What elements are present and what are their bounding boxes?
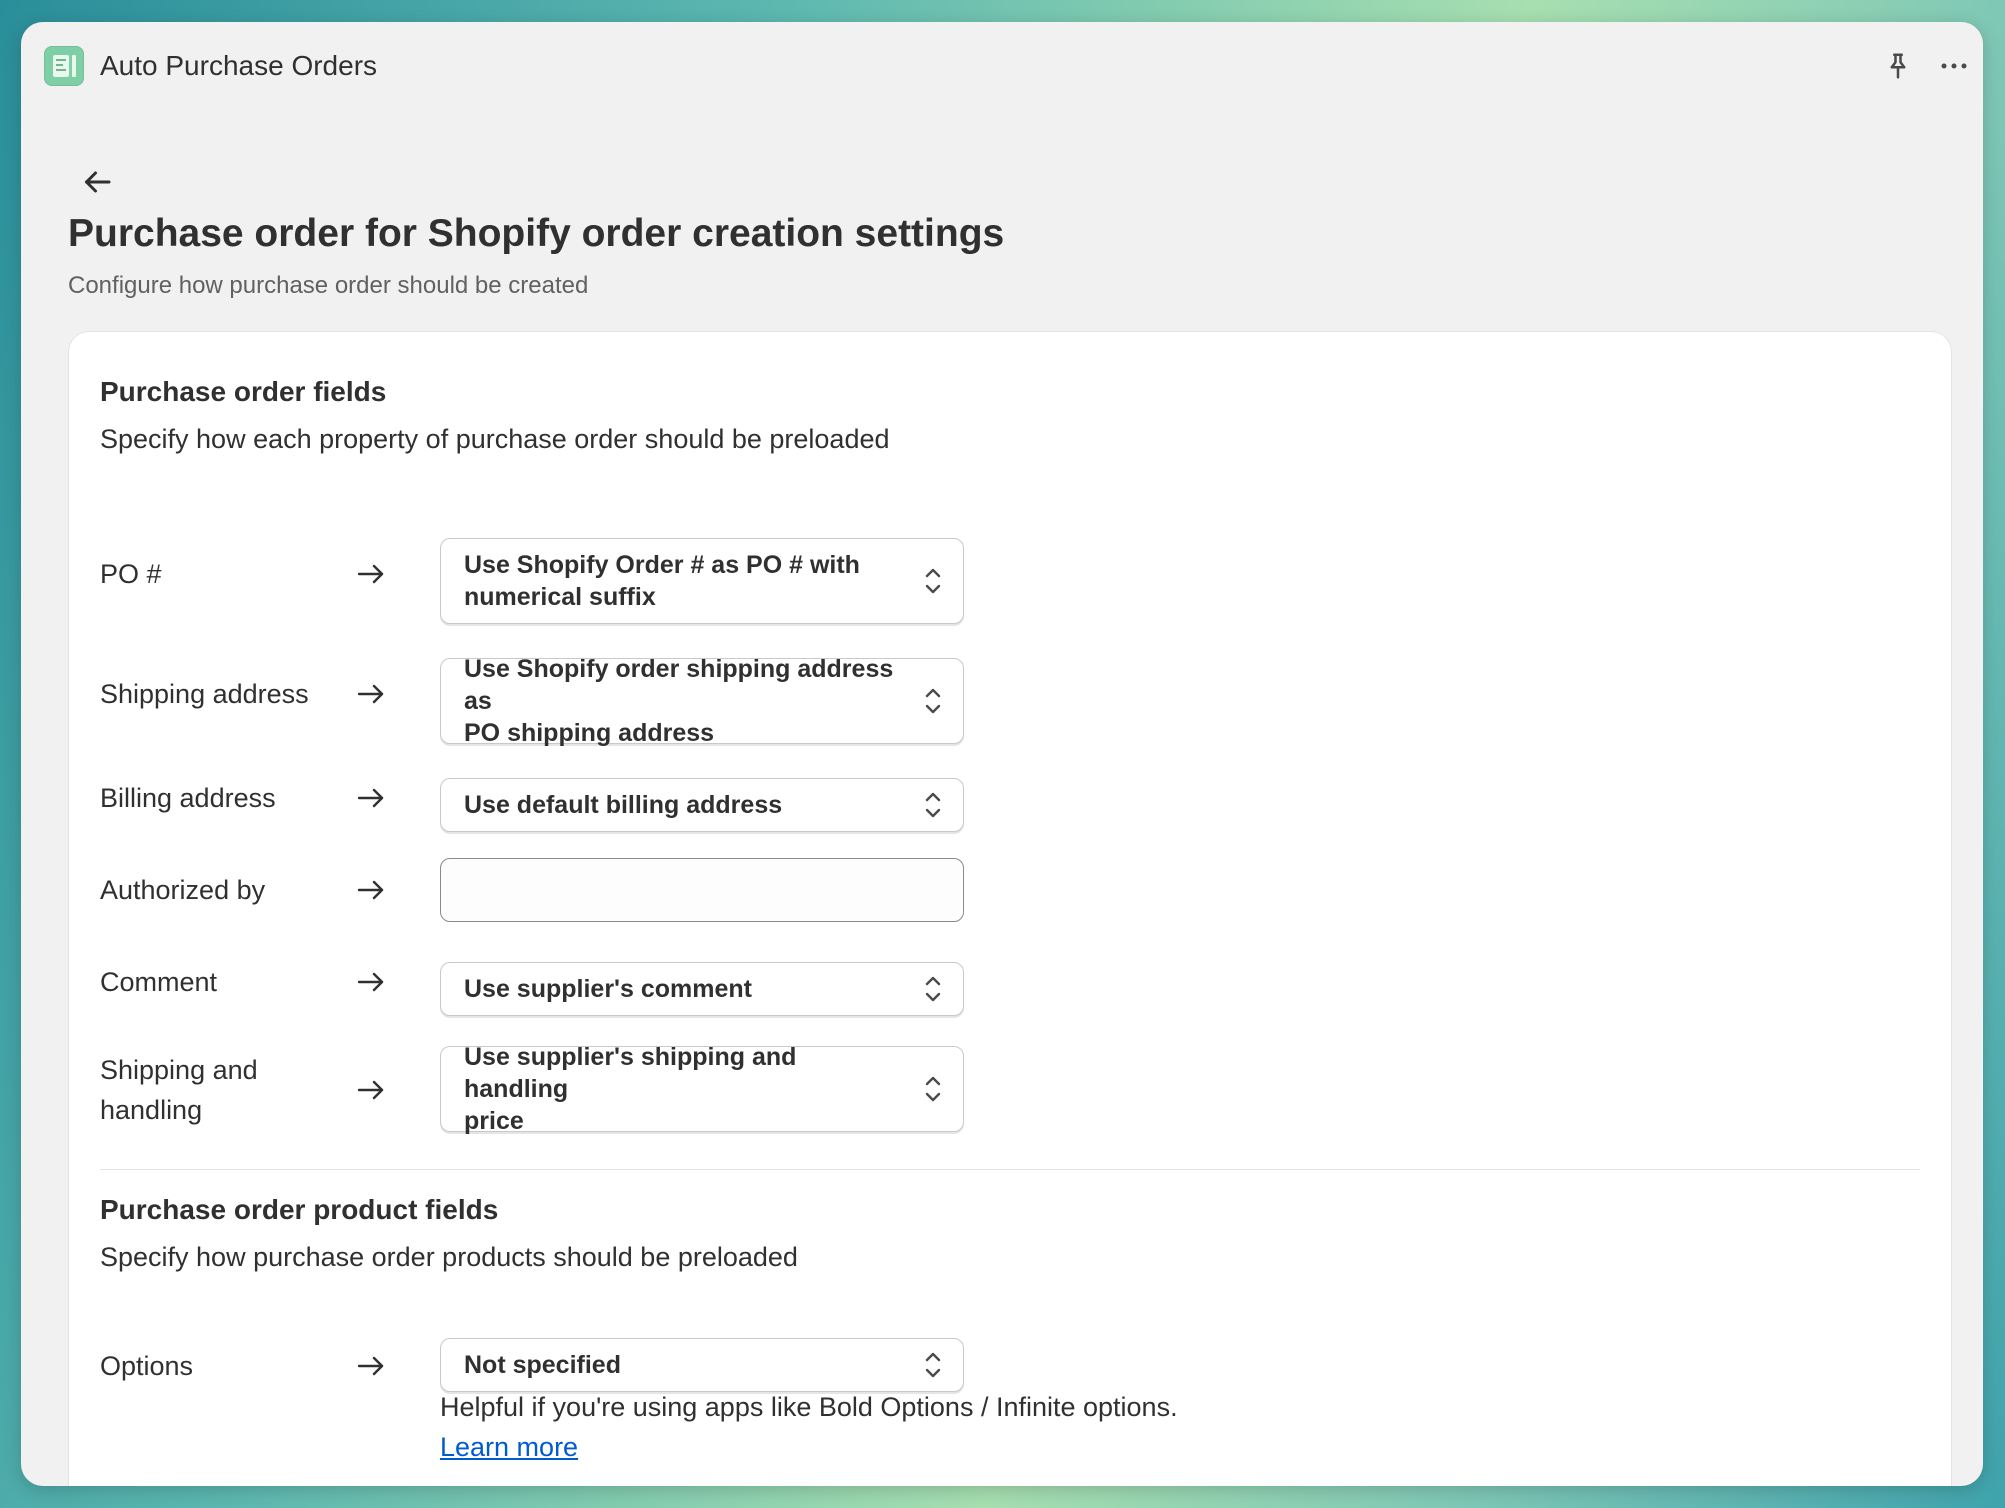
field-label-comment: Comment bbox=[100, 967, 218, 997]
app-title: Auto Purchase Orders bbox=[100, 50, 378, 81]
section-title-product-fields: Purchase order product fields bbox=[100, 1194, 499, 1225]
select-value-line: Use supplier's shipping and handling bbox=[464, 1043, 797, 1103]
label-line: handling bbox=[100, 1095, 203, 1125]
chevron-updown-icon bbox=[925, 1352, 941, 1378]
select-value-line: Use Shopify Order # as PO # with bbox=[464, 551, 860, 579]
options-select[interactable]: Not specified bbox=[440, 1338, 964, 1392]
chevron-updown-icon bbox=[925, 688, 941, 714]
arrow-right-icon bbox=[357, 972, 384, 992]
arrow-right-icon bbox=[357, 564, 384, 584]
field-label-billing-address: Billing address bbox=[100, 783, 276, 813]
shipping-handling-select[interactable]: Use supplier's shipping and handling pric… bbox=[440, 1043, 964, 1135]
app-icon bbox=[44, 46, 84, 86]
chevron-updown-icon bbox=[925, 1076, 941, 1102]
field-label-authorized-by: Authorized by bbox=[100, 875, 266, 905]
arrow-right-icon bbox=[357, 684, 384, 704]
learn-more-link[interactable]: Learn more bbox=[440, 1432, 578, 1463]
options-help-text: Helpful if you're using apps like Bold O… bbox=[440, 1392, 1178, 1422]
field-label-po-number: PO # bbox=[100, 559, 162, 589]
chevron-updown-icon bbox=[925, 976, 941, 1002]
shipping-address-select[interactable]: Use Shopify order shipping address as PO … bbox=[440, 655, 964, 747]
arrow-right-icon bbox=[357, 1356, 384, 1376]
back-arrow-icon[interactable] bbox=[79, 164, 115, 200]
chevron-updown-icon bbox=[925, 792, 941, 818]
section-title-po-fields: Purchase order fields bbox=[100, 376, 387, 407]
section-divider bbox=[100, 1169, 1920, 1170]
app-window: Auto Purchase Orders Purchase order for … bbox=[21, 22, 1983, 1486]
select-value-line: numerical suffix bbox=[464, 583, 656, 611]
page-title: Purchase order for Shopify order creatio… bbox=[68, 212, 1005, 255]
authorized-by-input[interactable] bbox=[440, 858, 964, 922]
label-line: Shipping and bbox=[100, 1055, 258, 1085]
po-number-select[interactable]: Use Shopify Order # as PO # with numerica… bbox=[440, 538, 964, 624]
settings-card: Purchase order fields Specify how each p… bbox=[69, 332, 1951, 1486]
arrow-right-icon bbox=[357, 1080, 384, 1100]
select-value-line: price bbox=[464, 1107, 524, 1135]
section-subtitle-product-fields: Specify how purchase order products shou… bbox=[100, 1242, 798, 1272]
page-subtitle: Configure how purchase order should be c… bbox=[68, 272, 589, 299]
billing-address-select[interactable]: Use default billing address bbox=[440, 778, 964, 832]
arrow-right-icon bbox=[357, 880, 384, 900]
select-value-line: PO shipping address bbox=[464, 719, 715, 747]
select-value: Use supplier's comment bbox=[464, 975, 752, 1003]
select-value: Not specified bbox=[464, 1351, 621, 1379]
pin-icon[interactable] bbox=[1883, 51, 1913, 81]
comment-select[interactable]: Use supplier's comment bbox=[440, 962, 964, 1016]
select-value-line: Use Shopify order shipping address as bbox=[464, 655, 894, 715]
field-label-shipping-handling: Shipping and handling bbox=[100, 1050, 258, 1130]
select-value: Use default billing address bbox=[464, 791, 783, 819]
section-subtitle-po-fields: Specify how each property of purchase or… bbox=[100, 424, 890, 454]
chevron-updown-icon bbox=[925, 568, 941, 594]
field-label-options: Options bbox=[100, 1351, 194, 1381]
field-label-shipping-address: Shipping address bbox=[100, 679, 309, 709]
arrow-right-icon bbox=[357, 788, 384, 808]
title-bar: Auto Purchase Orders bbox=[21, 22, 1983, 112]
more-icon[interactable] bbox=[1939, 51, 1969, 81]
